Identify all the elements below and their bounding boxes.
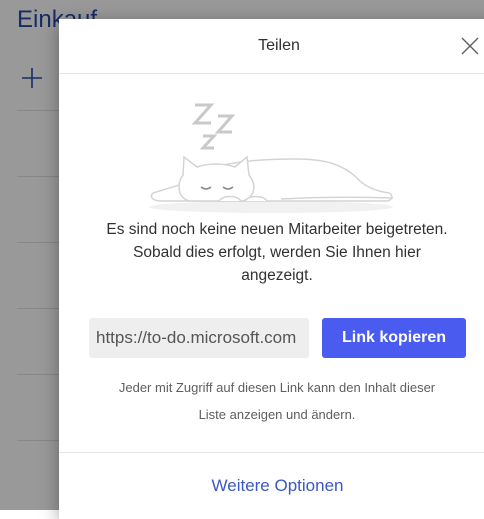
message-line: Sobald dies erfolgt, werden Sie Ihnen hi… xyxy=(133,244,421,261)
message-line: angezeigt. xyxy=(241,267,313,284)
sleeping-cat-icon xyxy=(131,97,411,217)
info-line: Jeder mit Zugriff auf diesen Link kann d… xyxy=(118,380,436,395)
more-options-link[interactable]: Weitere Optionen xyxy=(59,476,484,496)
dialog-title: Teilen xyxy=(59,37,484,55)
dialog-title-text: Teilen xyxy=(258,37,300,54)
share-link-field[interactable] xyxy=(89,318,309,358)
link-access-info: Jeder mit Zugriff auf diesen Link kann d… xyxy=(79,374,475,428)
dialog-header: Teilen xyxy=(59,19,484,74)
copy-link-button[interactable]: Link kopieren xyxy=(322,318,466,358)
share-dialog: Teilen Es sind noch keine neuen Mitarbei… xyxy=(59,19,484,519)
footer-divider xyxy=(59,452,484,453)
no-collaborators-message: Es sind noch keine neuen Mitarbeiter bei… xyxy=(79,218,475,287)
close-button[interactable] xyxy=(459,35,481,57)
sleep-z-icon xyxy=(191,103,236,150)
message-line: Es sind noch keine neuen Mitarbeiter bei… xyxy=(106,221,448,238)
close-icon xyxy=(461,37,479,55)
info-line: Liste anzeigen und ändern. xyxy=(198,407,356,422)
